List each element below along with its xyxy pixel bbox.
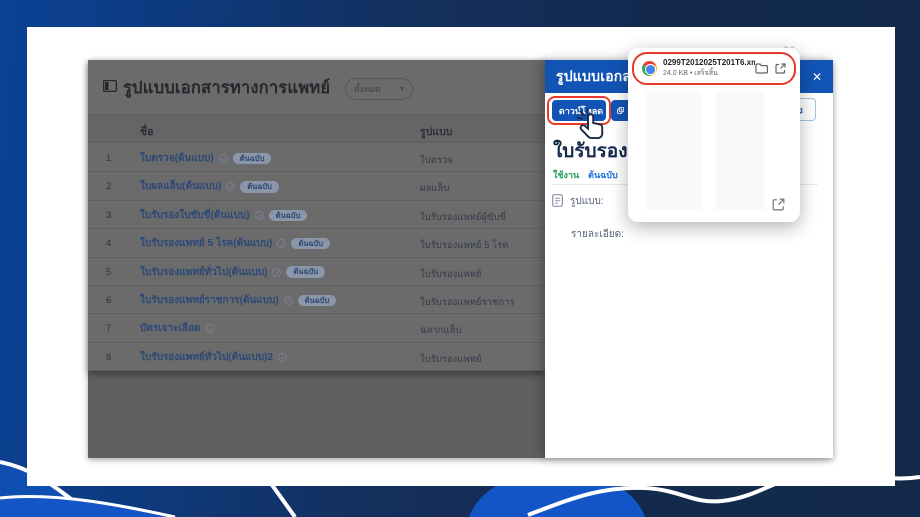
row-badge: ต้นฉบับ <box>232 152 272 165</box>
row-status-icon[interactable] <box>277 239 287 249</box>
row-number: 4 <box>106 238 112 250</box>
copy-icon <box>617 107 624 114</box>
row-name-link[interactable]: ใบรับรองแพทย์ทั่วไป(ต้นแบบ)2 <box>140 350 273 365</box>
table-row[interactable]: 3 ใบรับรองใบขับขี่(ต้นแบบ) ต้นฉบับ ใบรับ… <box>88 201 545 230</box>
row-status-icon[interactable] <box>254 210 264 220</box>
row-badge: ต้นฉบับ <box>297 294 337 307</box>
row-name-link[interactable]: ใบรับรองแพทย์ราชการ(ต้นแบบ) <box>140 293 279 308</box>
table-rows: 1 ใบตรวจ(ต้นแบบ) ต้นฉบับ ใบตรวจ 2 ใบผลแล… <box>88 144 545 372</box>
row-format: ใบรับรองแพทย์ผู้ขับขี่ <box>420 211 507 223</box>
row-format: ใบรับรองแพทย์ <box>420 268 482 280</box>
row-badge: ต้นฉบับ <box>291 237 331 250</box>
chrome-icon <box>642 61 657 76</box>
row-status-icon[interactable] <box>226 182 236 192</box>
row-name-link[interactable]: ใบผลแล็บ(ต้นแบบ) <box>140 179 221 194</box>
row-format: ผลแล็บ <box>420 183 450 195</box>
document-icon <box>552 194 563 207</box>
screen: ⌄ รูปแบบเอกสารทางการแพทย์ ทั้งหมด ▾ ชื่อ… <box>0 0 920 517</box>
show-in-folder-icon[interactable] <box>755 63 768 74</box>
row-number: 2 <box>106 181 112 193</box>
filter-dropdown[interactable]: ทั้งหมด ▾ <box>345 78 413 100</box>
row-name-link[interactable]: ใบรับรองใบขับขี่(ต้นแบบ) <box>140 208 250 223</box>
row-badge: ต้นฉบับ <box>240 181 279 193</box>
row-format: ใบรับรองแพทย์ 5 โรค <box>420 240 509 252</box>
page-title: รูปแบบเอกสารทางการแพทย์ <box>123 79 331 97</box>
row-number: 6 <box>106 294 112 306</box>
row-number: 1 <box>106 153 112 164</box>
table-row[interactable]: 7 บัตรเจาะเลือด ฉลากแล็บ <box>88 314 545 343</box>
row-number: 7 <box>106 323 112 335</box>
table-header: ชื่อ รูปแบบ <box>88 114 545 143</box>
status-active-badge: ใช้งาน <box>553 170 580 180</box>
row-status-icon[interactable] <box>218 154 228 163</box>
download-meta: 24.0 KB • เสร็จสิ้น <box>663 70 718 77</box>
table-row[interactable]: 8 ใบรับรองแพทย์ทั่วไป(ต้นแบบ)2 ใบรับรองแ… <box>88 343 545 372</box>
column-header-format: รูปแบบ <box>420 126 453 138</box>
download-filename: 0299T2012025T201T6.xml <box>663 58 755 67</box>
row-number: 8 <box>106 351 112 363</box>
row-name-link[interactable]: บัตรเจาะเลือด <box>140 321 201 336</box>
caret-down-icon: ▾ <box>399 84 404 93</box>
row-name-link[interactable]: ใบรับรองแพทย์ 5 โรค(ต้นแบบ) <box>140 236 272 251</box>
download-popup: 0299T2012025T201T6.xml 24.0 KB • เสร็จสิ… <box>628 48 800 222</box>
detail-field-label: รายละเอียด: <box>571 229 624 240</box>
close-icon[interactable]: ✕ <box>812 71 822 83</box>
table-row[interactable]: 6 ใบรับรองแพทย์ราชการ(ต้นแบบ) ต้นฉบับ ใบ… <box>88 286 545 315</box>
card-title-row: รูปแบบเอกสารทางการแพทย์ ทั้งหมด ▾ <box>88 60 545 114</box>
status-row: ใช้งาน ต้นฉบับ <box>553 168 618 182</box>
detail-field-row: รายละเอียด: <box>571 224 624 242</box>
row-name-link[interactable]: ใบตรวจ(ต้นแบบ) <box>140 151 214 166</box>
table-row[interactable]: 5 ใบรับรองแพทย์ทั่วไป(ต้นแบบ) ต้นฉบับ ใบ… <box>88 258 545 286</box>
row-badge: ต้นฉบับ <box>286 266 326 278</box>
row-number: 5 <box>106 266 112 278</box>
row-format: ใบรับรองแพทย์ราชการ <box>420 296 515 308</box>
panel-layout-icon <box>103 80 117 92</box>
row-format: ใบรับรองแพทย์ <box>420 353 482 365</box>
status-original-badge: ต้นฉบับ <box>588 170 618 180</box>
row-status-icon[interactable] <box>283 295 293 305</box>
popup-content-placeholder <box>646 92 702 210</box>
download-item[interactable]: 0299T2012025T201T6.xml 24.0 KB • เสร็จสิ… <box>632 52 796 85</box>
expand-popup-icon[interactable] <box>772 198 785 211</box>
document-format-card: รูปแบบเอกสารทางการแพทย์ ทั้งหมด ▾ ชื่อ ร… <box>88 60 545 372</box>
row-format: ใบตรวจ <box>420 155 453 166</box>
row-status-icon[interactable] <box>205 324 215 334</box>
download-item-texts: 0299T2012025T201T6.xml 24.0 KB • เสร็จสิ… <box>663 58 755 79</box>
filter-dropdown-value: ทั้งหมด <box>354 84 381 94</box>
row-status-icon[interactable] <box>272 267 282 277</box>
row-status-icon[interactable] <box>277 352 287 362</box>
row-number: 3 <box>106 209 112 221</box>
column-header-name: ชื่อ <box>140 126 154 138</box>
row-format: ฉลากแล็บ <box>420 325 462 337</box>
popup-content-placeholder <box>716 92 764 210</box>
table-row[interactable]: 2 ใบผลแล็บ(ต้นแบบ) ต้นฉบับ ผลแล็บ <box>88 172 545 201</box>
table-row[interactable]: 4 ใบรับรองแพทย์ 5 โรค(ต้นแบบ) ต้นฉบับ ใบ… <box>88 229 545 258</box>
row-badge: ต้นฉบับ <box>268 209 308 222</box>
row-name-link[interactable]: ใบรับรองแพทย์ทั่วไป(ต้นแบบ) <box>140 265 267 280</box>
hand-cursor-annotation <box>576 108 604 140</box>
open-file-icon[interactable] <box>775 63 786 74</box>
format-field-label: รูปแบบ: <box>570 196 604 207</box>
table-row[interactable]: 1 ใบตรวจ(ต้นแบบ) ต้นฉบับ ใบตรวจ <box>88 144 545 173</box>
